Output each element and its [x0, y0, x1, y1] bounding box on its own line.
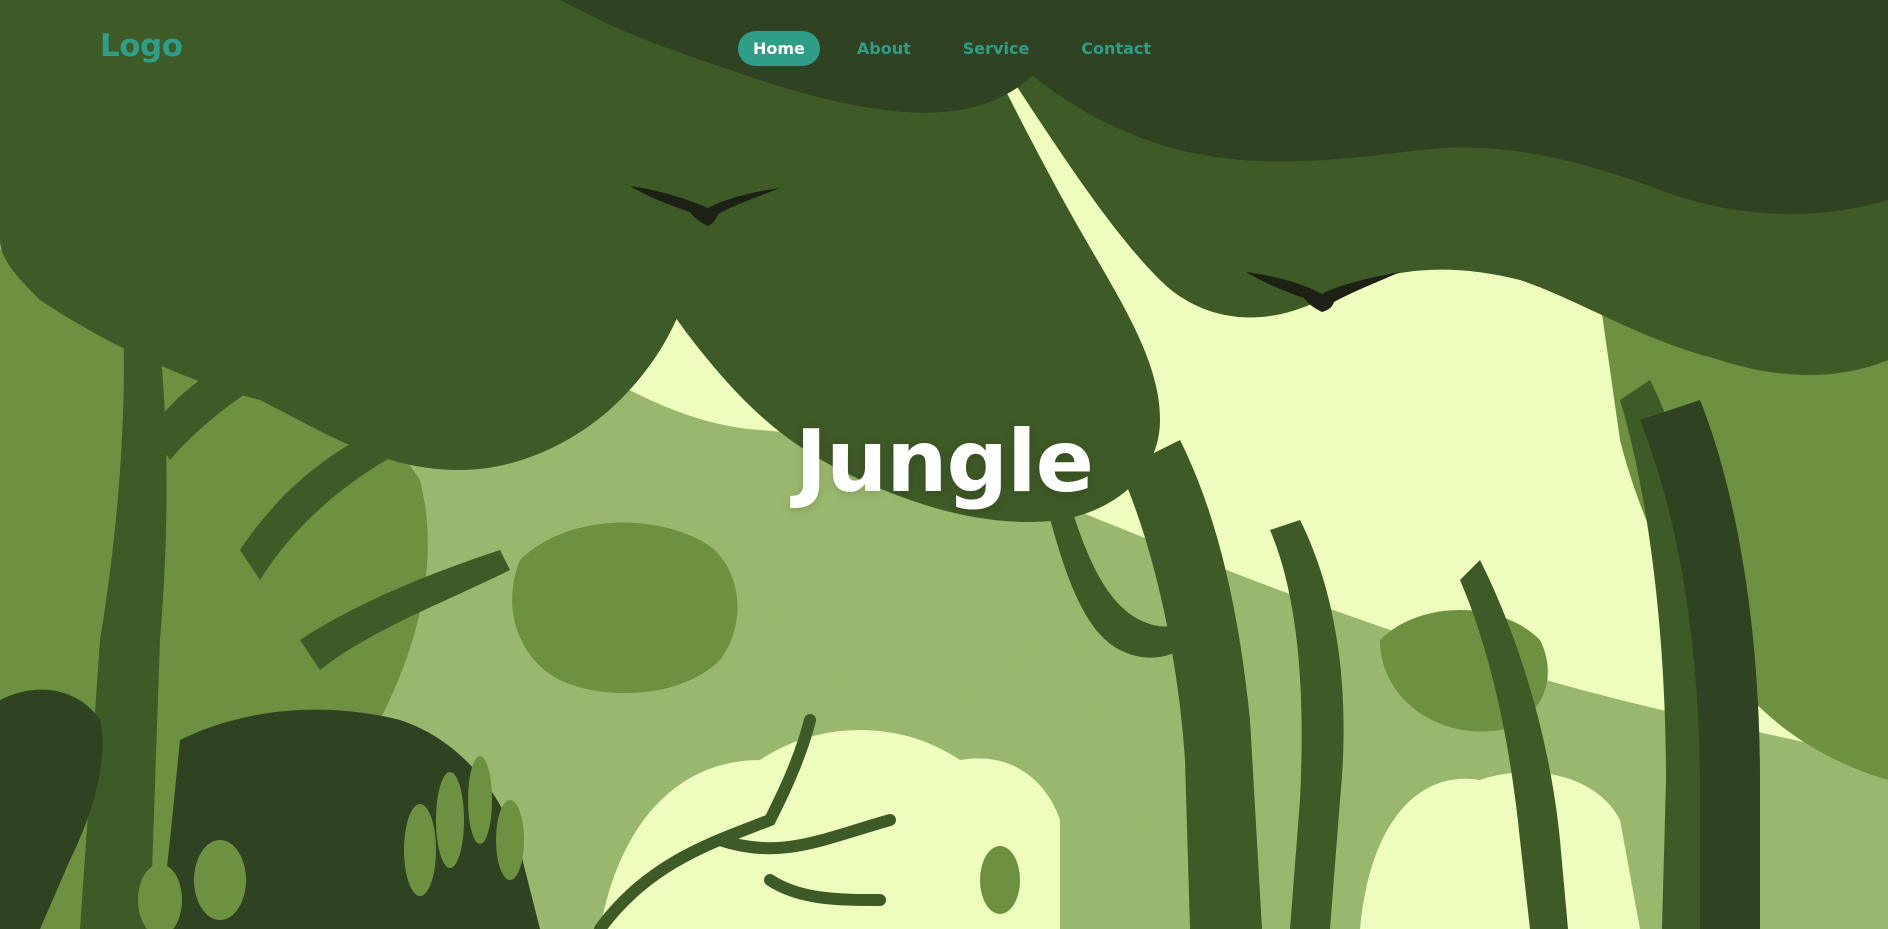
nav-item-service: Service [948, 31, 1067, 66]
logo-link[interactable]: Logo [100, 28, 183, 64]
navbar: Logo Home About Service Contact [0, 0, 1888, 96]
nav-item-home: Home [738, 31, 842, 66]
nav-link-contact[interactable]: Contact [1066, 31, 1166, 66]
hero-title: Jungle [795, 412, 1094, 512]
nav-links: Home About Service Contact [738, 31, 1188, 66]
nav-link-about[interactable]: About [842, 31, 926, 66]
nav-item-about: About [842, 31, 948, 66]
nav-link-service[interactable]: Service [948, 31, 1045, 66]
nav-link-home[interactable]: Home [738, 31, 820, 66]
nav-item-contact: Contact [1066, 31, 1188, 66]
